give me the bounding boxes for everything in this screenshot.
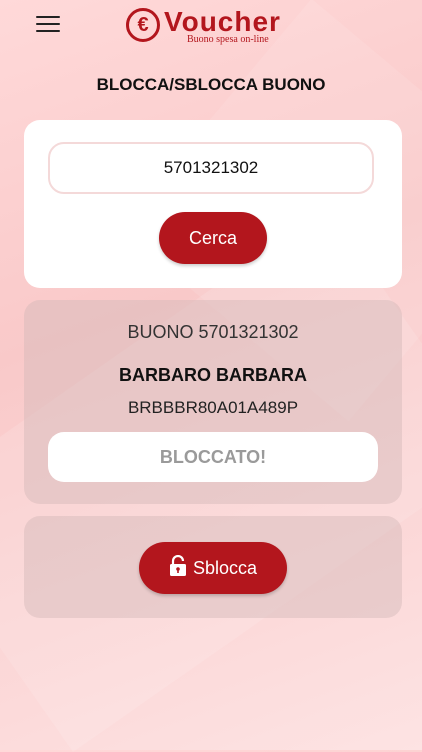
euro-icon: €	[126, 8, 160, 42]
hamburger-menu-icon[interactable]	[36, 14, 62, 34]
voucher-code: BUONO 5701321302	[127, 322, 299, 342]
logo-subtitle: Buono spesa on-line	[187, 34, 269, 45]
lock-icon	[169, 554, 187, 582]
page-title: BLOCCA/SBLOCCA BUONO	[96, 75, 326, 94]
unlock-button-label: Sblocca	[192, 557, 258, 578]
voucher-result-card: BUONO 5701321302 BARBARO BARBARA BRBBBR8…	[24, 300, 402, 504]
app-logo: € Voucher Buono spesa on-line	[126, 6, 296, 46]
action-card: Sblocca	[24, 516, 402, 618]
unlock-button[interactable]: Sblocca	[139, 542, 287, 594]
search-card: Cerca	[24, 120, 402, 288]
status-badge: BLOCCATO!	[48, 432, 378, 482]
tax-code: BRBBBR80A01A489P	[127, 398, 299, 417]
voucher-search-input[interactable]	[48, 142, 374, 194]
holder-name: BARBARO BARBARA	[119, 365, 307, 385]
search-button[interactable]: Cerca	[159, 212, 267, 264]
